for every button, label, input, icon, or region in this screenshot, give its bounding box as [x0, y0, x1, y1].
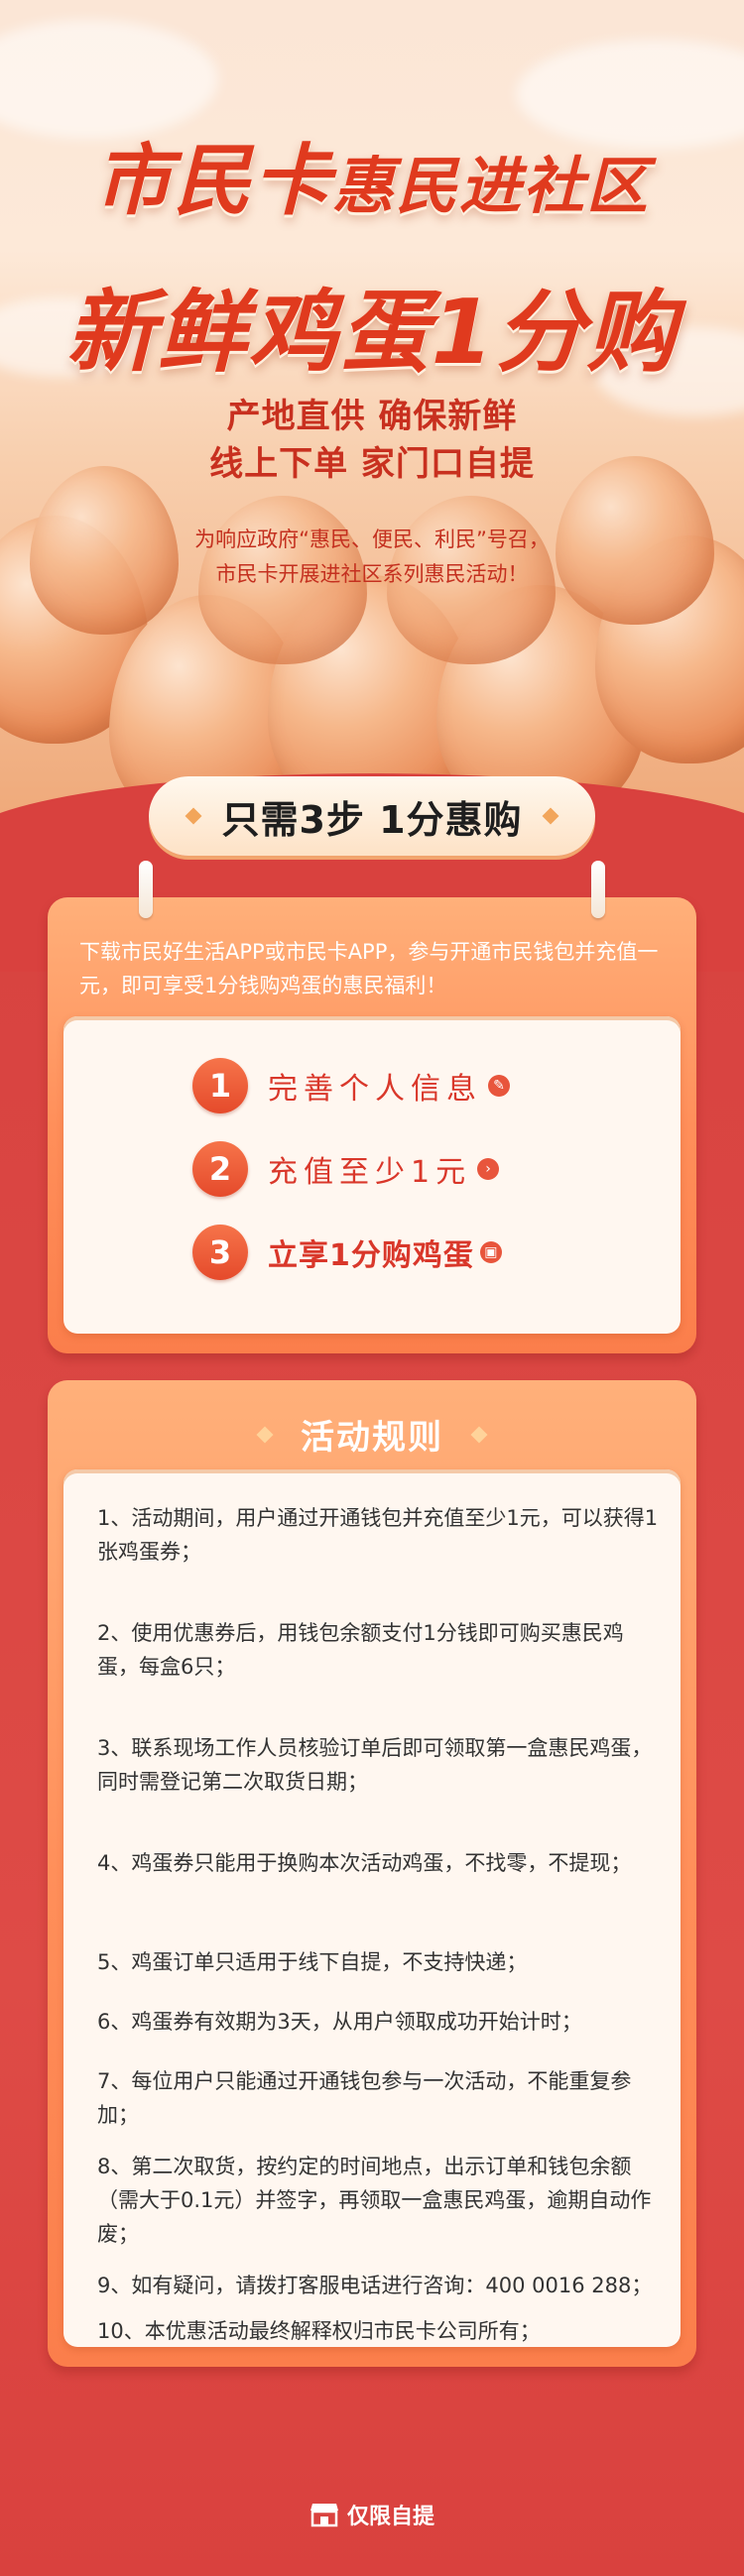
step-label: 充值至少1元 — [268, 1155, 472, 1190]
steps-description: 下载市民好生活APP或市民卡APP，参与开通市民钱包并充值一元，即可享受1分钱购… — [79, 940, 659, 997]
arrow-icon: › — [477, 1158, 500, 1180]
step-number: 2 — [192, 1141, 248, 1197]
rule-item: 6、鸡蛋券有效期为3天，从用户领取成功开始计时； — [97, 2010, 582, 2034]
pin-icon — [591, 861, 605, 918]
rule-item: 5、鸡蛋订单只适用于线下自提，不支持快递； — [97, 1950, 528, 1974]
shop-icon — [310, 2504, 338, 2527]
diamond-icon — [185, 807, 202, 825]
step-label: 完善个人信息 — [268, 1072, 482, 1107]
edit-icon: ✎ — [488, 1075, 510, 1097]
steps-card: 下载市民好生活APP或市民卡APP，参与开通市民钱包并充值一元，即可享受1分钱购… — [48, 897, 696, 1353]
main-title-line2: 新鲜鸡蛋1分购 — [65, 281, 679, 385]
subtitle-line2: 线上下单 家门口自提 — [209, 444, 535, 484]
rule-item: 10、本优惠活动最终解释权归市民卡公司所有； — [97, 2319, 541, 2343]
rule-item: 7、每位用户只能通过开通钱包参与一次活动，不能重复参加； — [97, 2069, 632, 2127]
footer-label: 仅限自提 — [346, 2505, 434, 2529]
diamond-icon — [470, 1426, 488, 1443]
pin-icon — [139, 861, 153, 918]
diamond-icon — [542, 807, 559, 825]
steps-banner-label: 只需3步 1分惠购 — [221, 797, 523, 842]
rules-list: 1、活动期间，用户通过开通钱包并充值至少1元，可以获得1张鸡蛋券； 2、使用优惠… — [63, 1469, 681, 2347]
step-number: 3 — [192, 1225, 248, 1280]
title-big-text: 市民卡 — [93, 137, 332, 226]
steps-list: 1 完善个人信息 ✎ 2 充值至少1元 › 3 立享1分购鸡蛋 ▣ — [63, 1016, 681, 1334]
rule-item: 8、第二次取货，按约定的时间地点，出示订单和钱包余额（需大于0.1元）并签字，再… — [97, 2155, 652, 2246]
step-item-2: 2 充值至少1元 › — [192, 1141, 500, 1197]
rule-item: 4、鸡蛋券只能用于换购本次活动鸡蛋，不找零，不提现； — [97, 1851, 632, 1875]
intro-line1: 为响应政府“惠民、便民、利民”号召， — [194, 527, 550, 551]
rules-title-text: 活动规则 — [301, 1418, 443, 1458]
subtitle-line1: 产地直供 确保新鲜 — [226, 397, 518, 436]
rule-item: 9、如有疑问，请拨打客服电话进行咨询：400 0016 288； — [97, 2274, 653, 2297]
rules-card: 活动规则 1、活动期间，用户通过开通钱包并充值至少1元，可以获得1张鸡蛋券； 2… — [48, 1380, 696, 2367]
rule-item: 3、联系现场工作人员核验订单后即可领取第一盒惠民鸡蛋，同时需登记第二次取货日期； — [97, 1736, 653, 1794]
main-title-line1: 市民卡惠民进社区 — [0, 119, 744, 230]
rules-title: 活动规则 — [48, 1410, 696, 1459]
step-number: 1 — [192, 1058, 248, 1113]
diamond-icon — [256, 1426, 274, 1443]
promo-page: 市民卡惠民进社区 新鲜鸡蛋1分购 产地直供 确保新鲜 线上下单 家门口自提 为响… — [0, 0, 744, 2576]
footer-pickup-only: 仅限自提 — [0, 2499, 744, 2530]
step-item-3: 3 立享1分购鸡蛋 ▣ — [192, 1225, 502, 1280]
step-item-1: 1 完善个人信息 ✎ — [192, 1058, 510, 1113]
intro-line2: 市民卡开展进社区系列惠民活动！ — [215, 562, 529, 586]
step-label: 立享1分购鸡蛋 — [268, 1238, 474, 1273]
title-small-text: 惠民进社区 — [332, 150, 651, 222]
hero-section: 市民卡惠民进社区 新鲜鸡蛋1分购 产地直供 确保新鲜 线上下单 家门口自提 为响… — [0, 0, 744, 833]
rule-item: 2、使用优惠券后，用钱包余额支付1分钱即可购买惠民鸡蛋，每盒6只； — [97, 1621, 624, 1679]
coupon-icon: ▣ — [479, 1241, 502, 1263]
steps-banner: 只需3步 1分惠购 — [149, 776, 595, 856]
rule-item: 1、活动期间，用户通过开通钱包并充值至少1元，可以获得1张鸡蛋券； — [97, 1506, 659, 1564]
